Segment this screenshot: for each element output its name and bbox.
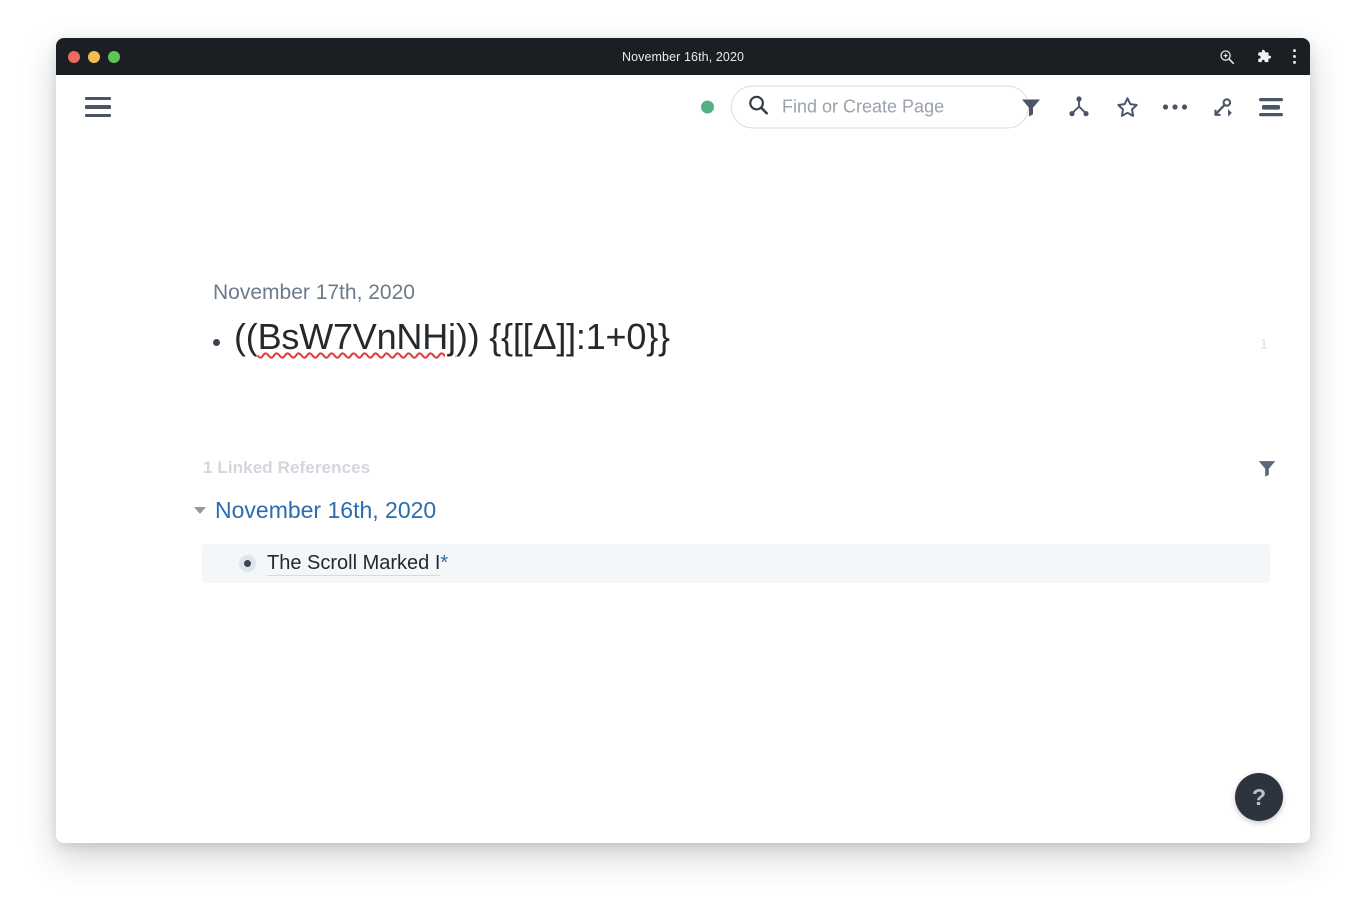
connection-status-dot xyxy=(701,100,714,114)
question-mark-icon: ? xyxy=(1251,783,1267,810)
page-title-date: November 17th, 2020 xyxy=(213,281,415,304)
search-icon xyxy=(748,94,769,120)
linked-reference-group-date[interactable]: November 16th, 2020 xyxy=(215,497,436,524)
linked-references-header: 1 Linked References xyxy=(203,457,1278,479)
extension-puzzle-icon[interactable] xyxy=(1255,48,1272,65)
title-bar-actions xyxy=(1219,38,1297,75)
search-input[interactable] xyxy=(780,95,1012,119)
right-sidebar-icon[interactable] xyxy=(1256,92,1286,122)
main-content: November 17th, 2020 ((BsW7VnNHj)) {{[[Δ]… xyxy=(56,139,1310,843)
bullet-dot xyxy=(244,560,251,567)
linked-reference-item[interactable]: The Scroll Marked I* xyxy=(202,544,1270,583)
block-ref-uid: BsW7VnNHj xyxy=(257,316,456,357)
traffic-light-group xyxy=(68,38,120,75)
search-cluster xyxy=(701,85,1029,129)
pointer-arrow-icon[interactable] xyxy=(1208,92,1238,122)
linked-references-title[interactable]: 1 Linked References xyxy=(203,458,370,478)
minimize-button[interactable] xyxy=(88,50,100,63)
search-box[interactable] xyxy=(731,85,1029,129)
page-link[interactable]: The Scroll Marked I xyxy=(267,552,441,576)
linked-references-filter-icon[interactable] xyxy=(1256,457,1278,479)
block-text[interactable]: ((BsW7VnNHj)) {{[[Δ]]:1+0}} xyxy=(234,314,670,359)
chevron-down-icon[interactable] xyxy=(194,507,206,514)
block-ref-open: (( xyxy=(234,316,258,357)
help-button[interactable]: ? xyxy=(1235,773,1283,821)
hamburger-line xyxy=(85,113,111,117)
block-query-text: {{[[Δ]]:1+0}} xyxy=(489,316,670,357)
hamburger-menu-icon[interactable] xyxy=(85,97,111,117)
filter-icon[interactable] xyxy=(1016,92,1046,122)
linked-reference-group-header: November 16th, 2020 xyxy=(194,497,1279,524)
zoom-search-icon[interactable] xyxy=(1219,49,1235,65)
block-bullet[interactable] xyxy=(213,339,220,346)
maximize-button[interactable] xyxy=(108,50,120,63)
ellipsis-icon[interactable] xyxy=(1160,92,1190,122)
linked-reference-text: The Scroll Marked I* xyxy=(267,552,449,576)
block-row: ((BsW7VnNHj)) {{[[Δ]]:1+0}} 1 xyxy=(213,314,1278,359)
app-window: November 16th, 2020 Find or Create Page … xyxy=(56,38,1310,843)
collapsed-block-bullet[interactable] xyxy=(239,555,256,572)
hamburger-line xyxy=(85,97,111,101)
hamburger-line xyxy=(85,105,111,109)
overflow-menu-icon[interactable] xyxy=(1292,48,1297,65)
linked-reference-group: November 16th, 2020 xyxy=(194,497,1279,524)
window-title: November 16th, 2020 xyxy=(621,49,745,64)
top-bar-actions xyxy=(1016,92,1286,122)
graph-overview-icon[interactable] xyxy=(1064,92,1094,122)
title-bar: November 16th, 2020 xyxy=(56,38,1310,75)
block-ref-close: )) xyxy=(455,316,490,357)
block-reference-count[interactable]: 1 xyxy=(1260,336,1268,353)
page-link-suffix: * xyxy=(440,552,449,574)
app-top-bar xyxy=(56,75,1310,139)
star-icon[interactable] xyxy=(1112,92,1142,122)
close-button[interactable] xyxy=(68,50,80,63)
